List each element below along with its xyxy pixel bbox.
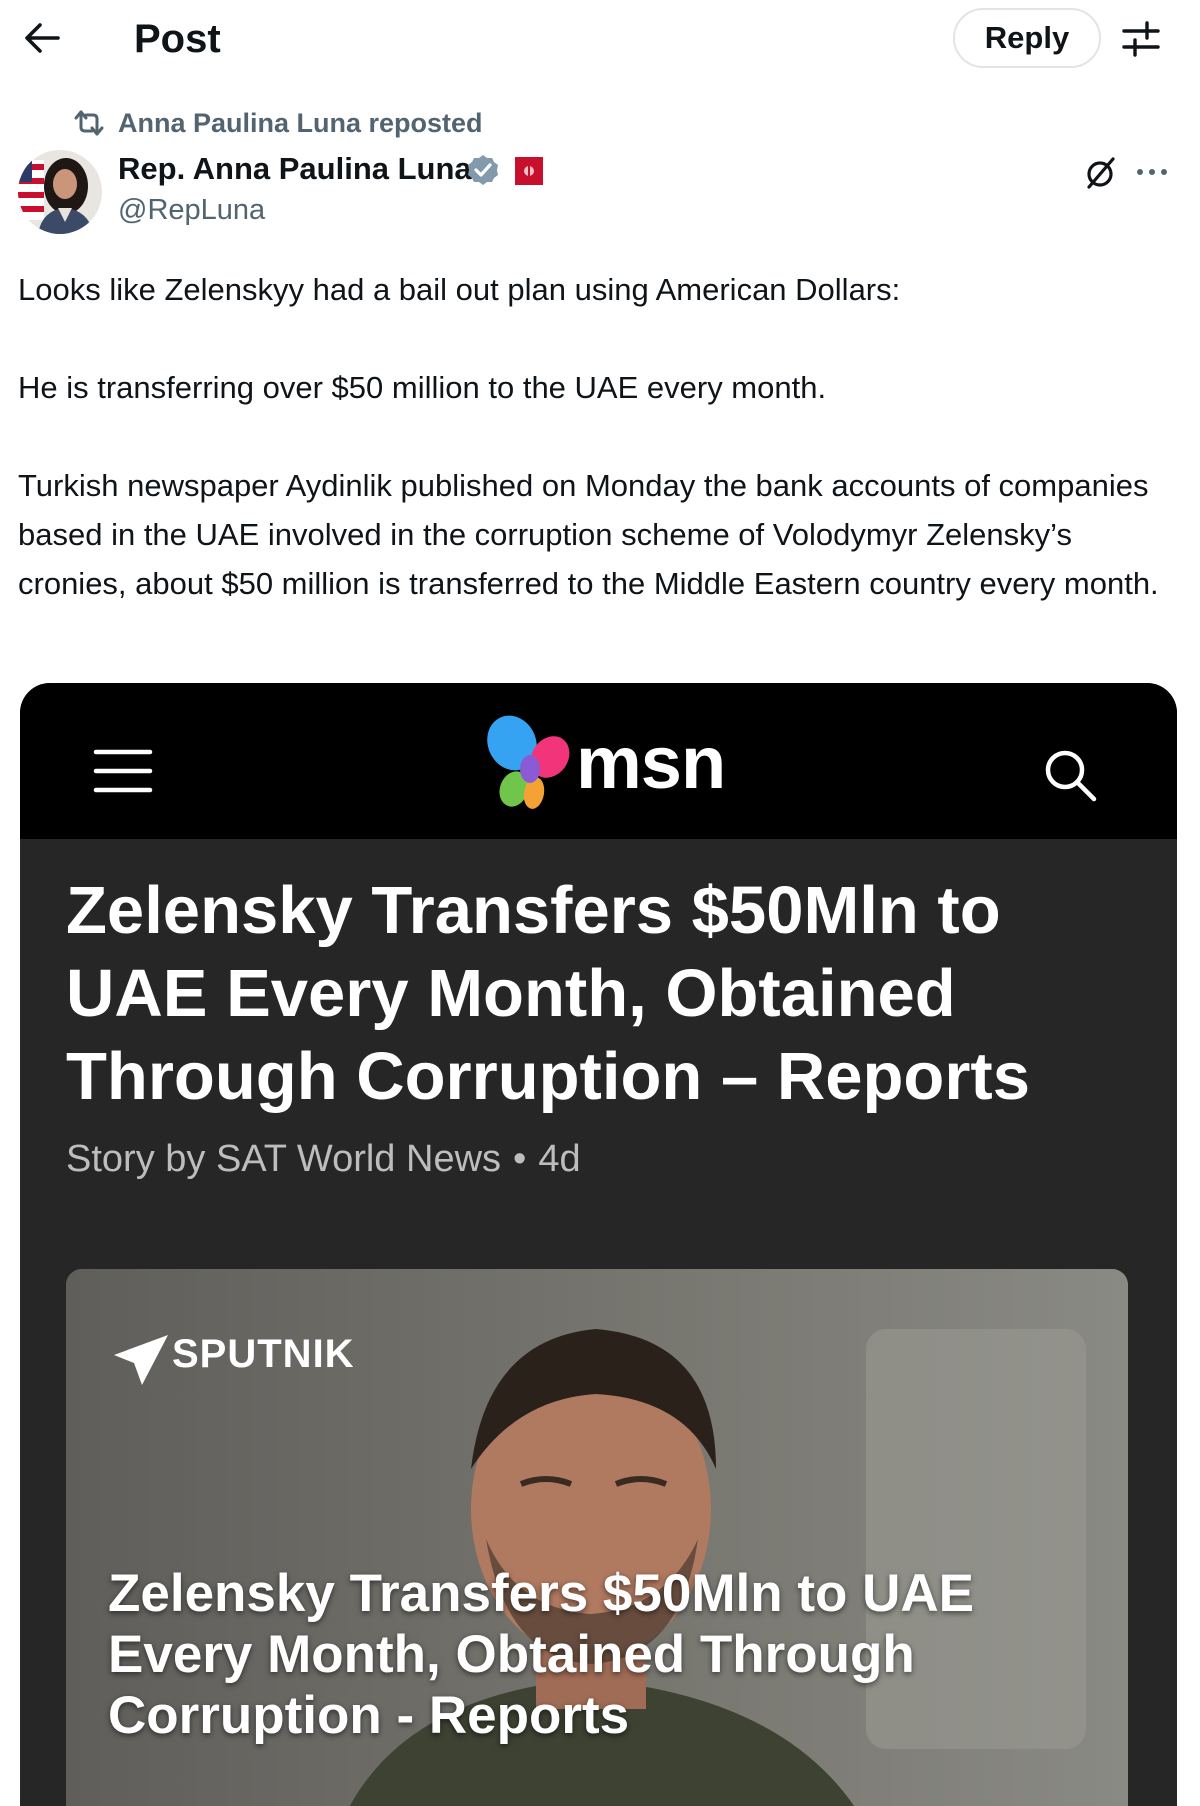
- grok-icon[interactable]: [1082, 154, 1120, 192]
- tweet-media-image[interactable]: msn Zelensky Transfers $50Mln to UAE Eve…: [20, 683, 1177, 1806]
- tweet-paragraph: He is transferring over $50 million to t…: [18, 370, 827, 405]
- government-affiliation-icon[interactable]: [514, 156, 544, 186]
- search-icon: [1040, 745, 1100, 805]
- byline-separator: •: [513, 1138, 527, 1180]
- arrow-left-icon[interactable]: [18, 14, 66, 62]
- page-title: Post: [134, 17, 221, 61]
- hamburger-menu-icon: [92, 746, 154, 796]
- tweet-text: Looks like Zelenskyy had a bail out plan…: [18, 265, 1178, 608]
- reply-button[interactable]: Reply: [953, 8, 1101, 68]
- sputnik-logo-icon: [112, 1331, 170, 1387]
- sliders-icon[interactable]: [1118, 16, 1164, 62]
- article-byline: Story by SAT World News • 4d: [66, 1135, 581, 1183]
- sputnik-wordmark: SPUTNIK: [172, 1332, 355, 1376]
- article-headline: Zelensky Transfers $50Mln to UAE Every M…: [66, 873, 1030, 1114]
- repost-label[interactable]: Anna Paulina Luna reposted: [118, 106, 483, 140]
- byline-source: Story by SAT World News: [66, 1138, 502, 1180]
- article-hero-image: SPUTNIK Zelensky Transfers $50Mln to UAE…: [66, 1269, 1128, 1806]
- msn-header-bar: msn: [20, 683, 1177, 839]
- tweet-paragraph: Turkish newspaper Aydinlik published on …: [18, 468, 1159, 601]
- author-handle[interactable]: @RepLuna: [118, 192, 265, 228]
- repost-icon: [72, 108, 106, 138]
- more-options-icon[interactable]: [1132, 152, 1172, 192]
- author-name[interactable]: Rep. Anna Paulina Luna: [118, 150, 472, 188]
- avatar[interactable]: [18, 150, 102, 234]
- hero-caption: Zelensky Transfers $50Mln to UAE Every M…: [108, 1564, 974, 1745]
- tweet-paragraph: Looks like Zelenskyy had a bail out plan…: [18, 272, 901, 307]
- verified-badge-icon[interactable]: [466, 153, 500, 187]
- byline-age: 4d: [538, 1138, 581, 1180]
- msn-wordmark: msn: [576, 721, 726, 804]
